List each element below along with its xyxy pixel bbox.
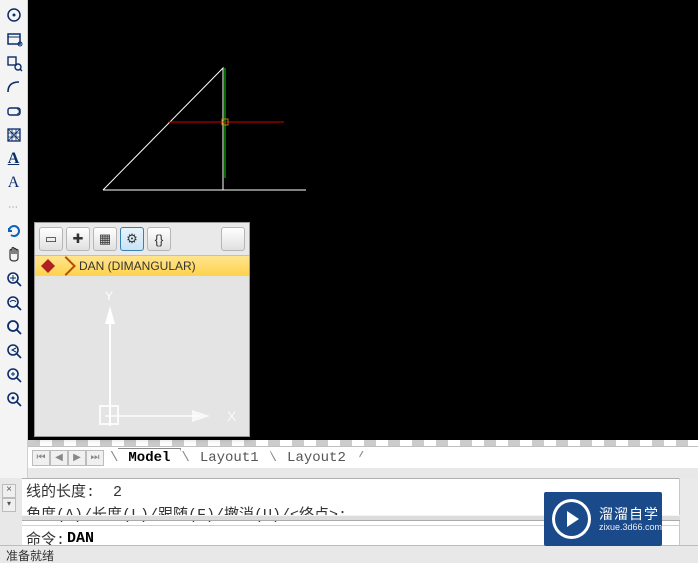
more-icon[interactable]: ⋯: [3, 196, 25, 218]
svg-text:Y: Y: [105, 289, 113, 303]
play-icon: [552, 499, 591, 539]
zoom-window-icon[interactable]: [3, 52, 25, 74]
cmd-scrollbar[interactable]: [679, 478, 698, 545]
cmd-options-button[interactable]: ▾: [2, 498, 16, 512]
autocomplete-panel: ▭ ✚ ▦ ⚙ {} DAN (DIMANGULAR) Y: [34, 222, 250, 437]
tab-layout1[interactable]: Layout1: [190, 449, 269, 467]
ac-toolbar: ▭ ✚ ▦ ⚙ {}: [35, 223, 249, 256]
status-bar: 准备就绪: [0, 545, 698, 563]
watermark-sub: zixue.3d66.com: [599, 522, 662, 532]
hatch-icon[interactable]: [3, 124, 25, 146]
tab-strip: ⏮ ◀ ▶ ⏭ \ Model \ Layout1 \ Layout2 /: [28, 446, 698, 468]
zoom-realtime-icon[interactable]: [3, 292, 25, 314]
zoom-previous-icon[interactable]: [3, 340, 25, 362]
ac-layer-btn[interactable]: ▦: [93, 227, 117, 251]
pan-hand-icon[interactable]: [3, 244, 25, 266]
ac-blank-btn[interactable]: [221, 227, 245, 251]
dimangular-red-icon: [41, 259, 55, 273]
watermark-title: 溜溜自学: [599, 506, 662, 522]
ac-item-dan[interactable]: DAN (DIMANGULAR): [35, 256, 249, 276]
tab-next-btn[interactable]: ▶: [68, 450, 86, 466]
zoom-all-icon[interactable]: [3, 364, 25, 386]
ac-list: DAN (DIMANGULAR): [35, 256, 249, 276]
ac-item-label: DAN (DIMANGULAR): [79, 259, 196, 273]
zoom-center-icon[interactable]: [3, 388, 25, 410]
ac-preview: Y X: [35, 276, 249, 436]
dimangular-angle-icon: [56, 256, 76, 276]
ac-view-btn[interactable]: ▭: [39, 227, 63, 251]
window-icon[interactable]: [3, 28, 25, 50]
arc-icon[interactable]: [3, 76, 25, 98]
command-prompt-label: 命令:: [26, 528, 65, 545]
zoom-extents-icon[interactable]: [3, 268, 25, 290]
tab-prev-btn[interactable]: ◀: [50, 450, 68, 466]
tab-model[interactable]: Model: [118, 448, 181, 467]
target-icon[interactable]: [3, 4, 25, 26]
refresh-icon[interactable]: [3, 220, 25, 242]
cmd-close-button[interactable]: ×: [2, 484, 16, 498]
ac-plus-btn[interactable]: ✚: [66, 227, 90, 251]
tab-first-btn[interactable]: ⏮: [32, 450, 50, 466]
status-text: 准备就绪: [6, 549, 54, 563]
svg-text:X: X: [227, 408, 237, 424]
text-normal-icon[interactable]: A: [3, 172, 25, 194]
text-bold-icon[interactable]: A: [3, 148, 25, 170]
tab-last-btn[interactable]: ⏭: [86, 450, 104, 466]
tab-layout2[interactable]: Layout2: [277, 449, 356, 467]
zoom-in-icon[interactable]: [3, 316, 25, 338]
erase-icon[interactable]: [3, 100, 25, 122]
ac-gear-btn[interactable]: ⚙: [120, 227, 144, 251]
left-toolbar: A A ⋯: [0, 0, 28, 478]
watermark: 溜溜自学 zixue.3d66.com: [544, 492, 662, 546]
ac-braces-btn[interactable]: {}: [147, 227, 171, 251]
